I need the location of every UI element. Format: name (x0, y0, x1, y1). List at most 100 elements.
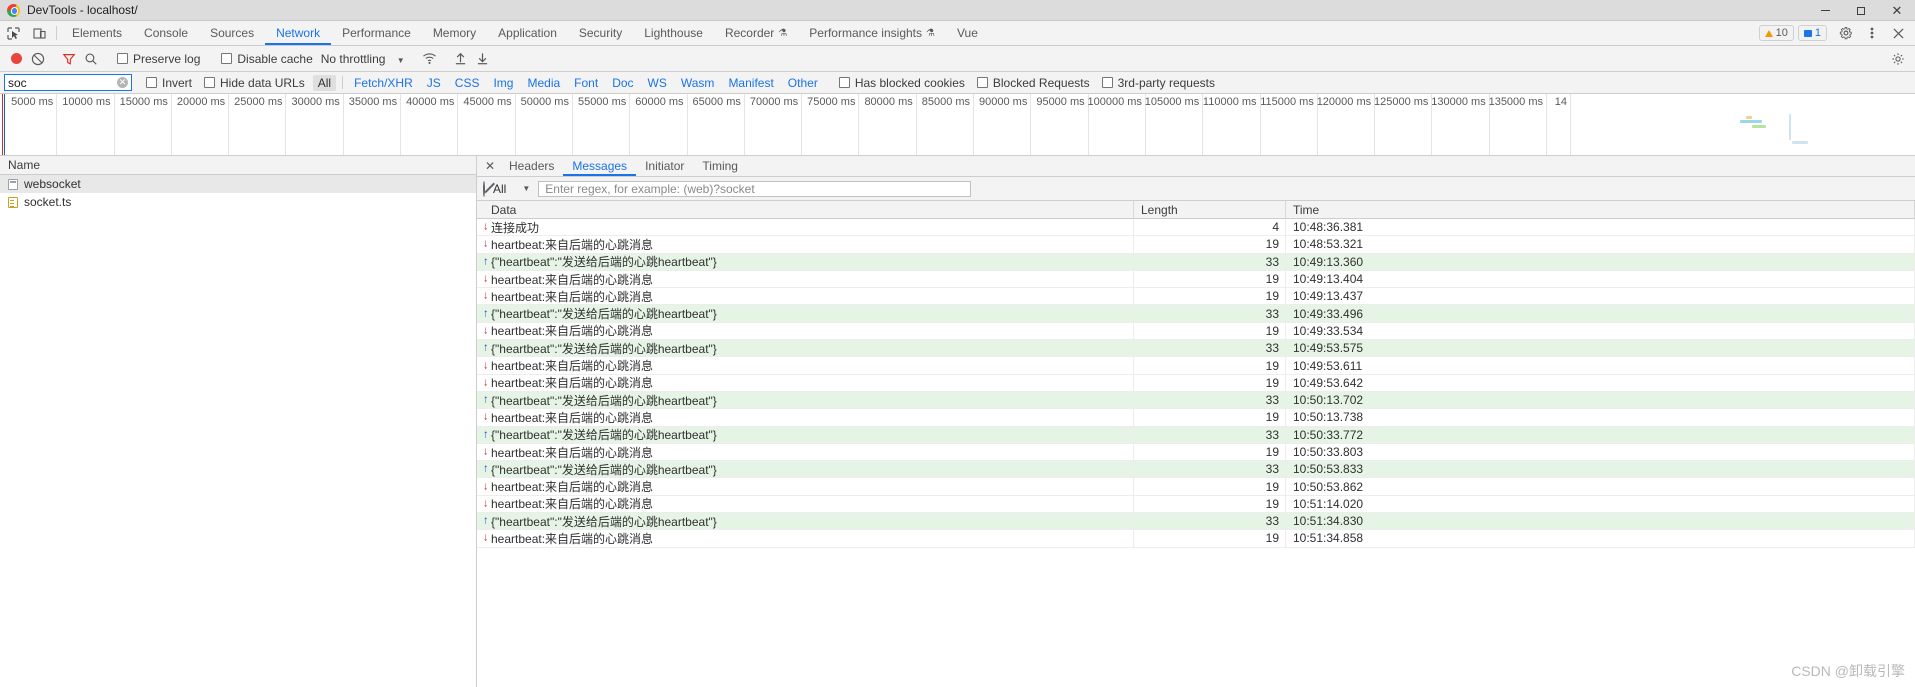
message-row[interactable]: ↑ {"heartbeat":"发送给后端的心跳heartbeat"} 33 10:4… (477, 305, 1915, 323)
overview-request-bar (1792, 141, 1808, 144)
filter-type-all[interactable]: All (312, 74, 337, 91)
filter-input-wrapper[interactable]: ✕ (4, 74, 132, 91)
message-row[interactable]: ↓ heartbeat:来自后端的心跳消息 19 10:51:14.020 (477, 495, 1915, 514)
filter-type-manifest[interactable]: Manifest (723, 75, 778, 91)
message-row[interactable]: ↓ heartbeat:来自后端的心跳消息 19 10:49:53.611 (477, 357, 1915, 375)
detail-tab-messages[interactable]: Messages (563, 156, 636, 176)
warning-count-badge[interactable]: 10 (1758, 25, 1794, 41)
toggle-filter-button[interactable] (58, 48, 80, 70)
column-header-data[interactable]: Data (477, 201, 1134, 218)
tab-recorder[interactable]: Recorder ⚗ (714, 21, 798, 45)
message-row[interactable]: ↓ heartbeat:来自后端的心跳消息 19 10:49:33.534 (477, 322, 1915, 341)
export-har-button[interactable] (472, 48, 494, 70)
tab-elements[interactable]: Elements (61, 21, 133, 45)
devtools-more-options-button[interactable] (1859, 26, 1885, 40)
arrow-down-icon: ↓ (483, 410, 489, 423)
tab-performance-insights[interactable]: Performance insights ⚗ (798, 21, 946, 45)
clear-messages-button[interactable] (483, 180, 485, 197)
checkbox-box (204, 77, 216, 88)
network-conditions-button[interactable] (419, 48, 441, 70)
message-data-text: heartbeat:来自后端的心跳消息 (491, 497, 654, 512)
message-length-cell: 33 (1134, 513, 1286, 530)
request-row-socket-ts[interactable]: socket.ts (0, 193, 476, 211)
message-regex-input[interactable] (543, 180, 967, 197)
message-row[interactable]: ↓ heartbeat:来自后端的心跳消息 19 10:51:34.858 (477, 530, 1915, 548)
filter-type-css[interactable]: CSS (450, 75, 485, 91)
message-regex-input-wrapper[interactable] (538, 180, 972, 197)
detail-tab-initiator[interactable]: Initiator (636, 156, 693, 176)
request-list-header[interactable]: Name (0, 156, 476, 175)
preserve-log-checkbox[interactable]: Preserve log (117, 52, 200, 66)
maximize-button[interactable] (1843, 0, 1879, 21)
message-row[interactable]: ↓ 连接成功 4 10:48:36.381 (477, 219, 1915, 237)
has-blocked-cookies-checkbox[interactable]: Has blocked cookies (838, 76, 965, 90)
hide-data-urls-checkbox[interactable]: Hide data URLs (204, 76, 305, 90)
timeline-tick-container: 5000 ms 10000 ms 15000 ms 20000 ms 25000 ms 3… (0, 94, 1915, 155)
message-row[interactable]: ↓ heartbeat:来自后端的心跳消息 19 10:49:53.642 (477, 374, 1915, 392)
filter-type-wasm[interactable]: Wasm (676, 75, 720, 91)
tab-performance[interactable]: Performance (331, 21, 422, 45)
message-row[interactable]: ↑ {"heartbeat":"发送给后端的心跳heartbeat"} 33 10:5… (477, 391, 1915, 410)
filter-type-js[interactable]: JS (422, 75, 446, 91)
clear-filter-icon[interactable]: ✕ (117, 77, 128, 88)
tab-security[interactable]: Security (568, 21, 633, 45)
network-overview-timeline[interactable]: 5000 ms 10000 ms 15000 ms 20000 ms 25000 ms 3… (0, 94, 1915, 156)
message-type-dropdown[interactable]: All ▼ (493, 182, 530, 196)
device-toolbar-button[interactable] (26, 21, 52, 45)
filter-type-other[interactable]: Other (783, 75, 823, 91)
message-count-badge[interactable]: 1 (1797, 25, 1827, 41)
detail-tab-timing[interactable]: Timing (693, 156, 747, 176)
tab-memory[interactable]: Memory (422, 21, 487, 45)
disable-cache-label: Disable cache (237, 51, 313, 66)
third-party-requests-checkbox[interactable]: 3rd-party requests (1101, 76, 1215, 90)
column-header-length[interactable]: Length (1134, 201, 1286, 218)
clear-network-log-button[interactable] (27, 48, 49, 70)
message-row[interactable]: ↓ heartbeat:来自后端的心跳消息 19 10:50:13.738 (477, 409, 1915, 427)
message-row[interactable]: ↓ heartbeat:来自后端的心跳消息 19 10:50:33.803 (477, 443, 1915, 462)
filter-type-fetch-xhr[interactable]: Fetch/XHR (349, 75, 418, 91)
message-row[interactable]: ↓ heartbeat:来自后端的心跳消息 19 10:49:13.437 (477, 288, 1915, 306)
message-data-cell: ↓ heartbeat:来自后端的心跳消息 (477, 530, 1134, 547)
tab-lighthouse[interactable]: Lighthouse (633, 21, 714, 45)
timeline-tick: 120000 ms (1317, 94, 1376, 155)
inspect-element-button[interactable] (0, 21, 26, 45)
message-row[interactable]: ↑ {"heartbeat":"发送给后端的心跳heartbeat"} 33 10:5… (477, 461, 1915, 479)
blocked-requests-checkbox[interactable]: Blocked Requests (976, 76, 1090, 90)
close-detail-button[interactable]: ✕ (480, 156, 500, 176)
timeline-tick: 5000 ms (0, 94, 58, 155)
devtools-settings-button[interactable] (1833, 26, 1859, 40)
filter-type-font[interactable]: Font (569, 75, 603, 91)
import-har-button[interactable] (450, 48, 472, 70)
close-icon (1892, 27, 1904, 39)
invert-checkbox[interactable]: Invert (146, 76, 192, 90)
column-header-time[interactable]: Time (1286, 201, 1915, 218)
message-row[interactable]: ↓ heartbeat:来自后端的心跳消息 19 10:48:53.321 (477, 236, 1915, 254)
network-settings-button[interactable] (1887, 48, 1909, 70)
overview-request-bar (1752, 125, 1766, 128)
message-row[interactable]: ↑ {"heartbeat":"发送给后端的心跳heartbeat"} 33 10:4… (477, 253, 1915, 271)
tab-network[interactable]: Network (265, 21, 332, 45)
filter-type-img[interactable]: Img (488, 75, 518, 91)
disable-cache-checkbox[interactable]: Disable cache (221, 51, 313, 66)
tab-sources[interactable]: Sources (199, 21, 265, 45)
message-row[interactable]: ↑ {"heartbeat":"发送给后端的心跳heartbeat"} 33 10:5… (477, 513, 1915, 531)
close-window-button[interactable]: ✕ (1879, 0, 1915, 21)
search-button[interactable] (80, 48, 102, 70)
message-row[interactable]: ↑ {"heartbeat":"发送给后端的心跳heartbeat"} 33 10:4… (477, 340, 1915, 358)
detail-tab-headers[interactable]: Headers (500, 156, 563, 176)
record-network-log-button[interactable] (5, 48, 27, 70)
tab-application[interactable]: Application (487, 21, 568, 45)
filter-input[interactable] (8, 75, 117, 90)
devtools-close-button[interactable] (1885, 27, 1911, 39)
minimize-button[interactable] (1807, 0, 1843, 21)
message-row[interactable]: ↑ {"heartbeat":"发送给后端的心跳heartbeat"} 33 10:5… (477, 426, 1915, 444)
tab-console[interactable]: Console (133, 21, 199, 45)
filter-type-doc[interactable]: Doc (607, 75, 638, 91)
message-row[interactable]: ↓ heartbeat:来自后端的心跳消息 19 10:49:13.404 (477, 270, 1915, 289)
filter-type-media[interactable]: Media (522, 75, 565, 91)
tab-vue[interactable]: Vue (946, 21, 989, 45)
throttling-dropdown[interactable]: No throttling ▼ (321, 52, 405, 66)
filter-type-ws[interactable]: WS (643, 75, 672, 91)
message-row[interactable]: ↓ heartbeat:来自后端的心跳消息 19 10:50:53.862 (477, 478, 1915, 496)
request-row-websocket[interactable]: websocket (0, 175, 476, 193)
